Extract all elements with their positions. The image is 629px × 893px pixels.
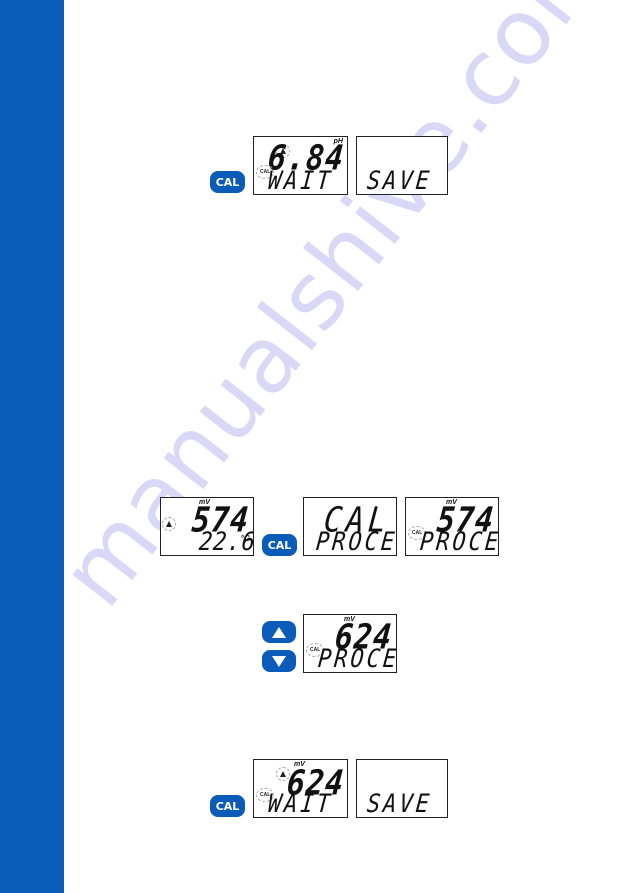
arrow-up-icon — [272, 626, 286, 638]
lcd-display-save: SAVE — [356, 136, 448, 195]
arrow-down-icon — [272, 655, 286, 667]
lcd-display-measure: mV 574 22.6 °C — [160, 497, 254, 556]
cal-button[interactable]: CAL — [262, 534, 297, 556]
status-message: PROCE — [418, 528, 499, 556]
lcd-display-save: SAVE — [356, 759, 448, 818]
cal-button[interactable]: CAL — [210, 795, 245, 817]
lcd-display-cal: CAL PROCE — [303, 497, 397, 556]
status-message: PROCE — [314, 528, 397, 556]
cal-button-label: CAL — [215, 799, 240, 813]
status-message: WAIT — [266, 167, 335, 195]
lcd-display-adjust: mV 624 CAL PROCE — [303, 614, 397, 673]
cal-button-label: CAL — [267, 538, 292, 552]
up-button[interactable] — [262, 621, 296, 643]
cal-button[interactable]: CAL — [210, 171, 245, 193]
stability-icon — [162, 517, 176, 531]
lcd-display-wait-ph: pH 6.84 CAL WAIT — [253, 136, 348, 195]
down-button[interactable] — [262, 650, 296, 672]
stability-icon — [276, 767, 290, 781]
status-message: PROCE — [316, 645, 397, 673]
status-message: SAVE — [365, 167, 434, 195]
temperature-unit: °C — [241, 534, 250, 543]
sidebar-band — [0, 0, 64, 893]
lcd-display-wait-mv: mV 624 CAL WAIT — [253, 759, 348, 818]
status-message: SAVE — [365, 790, 434, 818]
lcd-display-proce: mV 574 CAL PROCE — [405, 497, 499, 556]
status-message: WAIT — [266, 790, 335, 818]
cal-button-label: CAL — [215, 175, 240, 189]
